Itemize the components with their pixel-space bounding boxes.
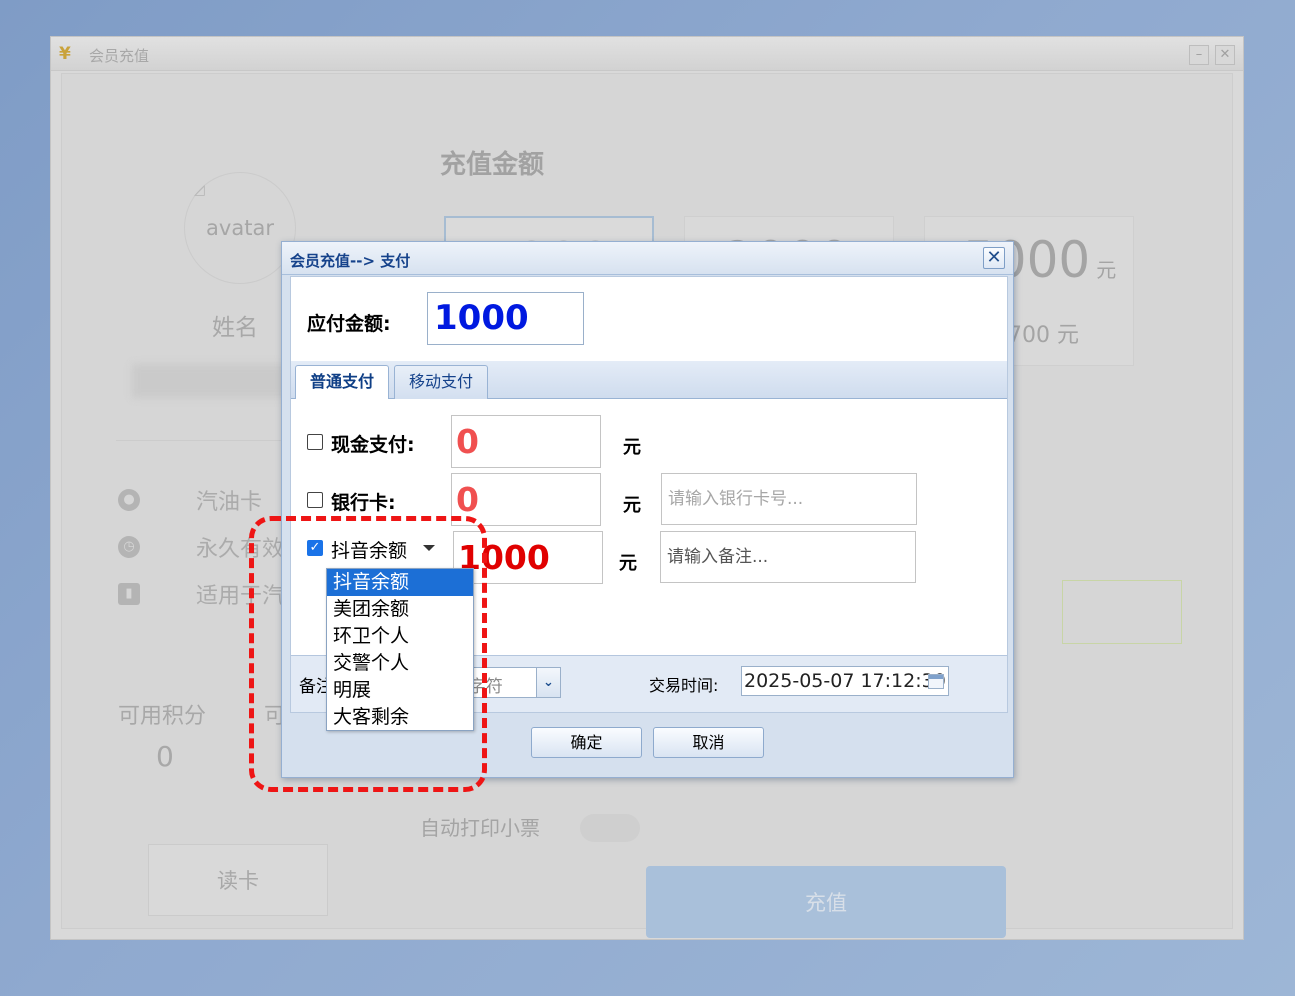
dialog-titlebar: 会员充值--> 支付 ✕ [282, 242, 1013, 275]
remark-input[interactable]: 请输入备注... [660, 531, 916, 583]
points-label: 可用积分 [118, 704, 207, 729]
other-unit: 元 [619, 553, 637, 574]
avatar-alt-text: avatar [206, 216, 274, 240]
cash-unit: 元 [623, 437, 641, 458]
bank-card-label: 银行卡: [331, 492, 396, 514]
bank-card-unit: 元 [623, 495, 641, 516]
caret-down-icon[interactable] [423, 545, 435, 551]
yen-coin-icon: ¥ [59, 44, 71, 64]
close-window-button[interactable]: ✕ [1215, 45, 1235, 65]
recharge-button[interactable]: 充值 [646, 866, 1006, 938]
fuel-pump-icon: ▮ [118, 583, 140, 605]
auto-print-toggle[interactable] [580, 814, 640, 842]
info-text: 永久有效 [196, 537, 285, 562]
info-row-scope: ▮ 适用于汽 [118, 580, 285, 609]
chevron-down-icon[interactable]: ⌄ [536, 668, 560, 697]
dropdown-option-key-account-remaining[interactable]: 大客剩余 [327, 704, 473, 731]
background-titlebar: ¥ 会员充值 – ✕ [51, 37, 1243, 71]
other-amount-input[interactable]: 1000 [453, 531, 603, 584]
payment-tabs: 普通支付 移动支付 [291, 361, 1007, 400]
dialog-title: 会员充值--> 支付 [290, 252, 411, 270]
confirm-button[interactable]: 确定 [531, 727, 642, 758]
amount-card-unit: 元 [1096, 258, 1117, 282]
info-text: 适用于汽 [196, 584, 285, 609]
tab-mobile-payment[interactable]: 移动支付 [394, 365, 489, 399]
read-card-button[interactable]: 读卡 [148, 844, 328, 916]
dropdown-option-meituan-balance[interactable]: 美团余额 [327, 596, 473, 623]
amount-due-field[interactable]: 1000 [427, 292, 584, 345]
background-field [1062, 580, 1182, 644]
trade-time-value: 2025-05-07 17:12:30 [744, 670, 946, 692]
background-window-title: 会员充值 [89, 47, 150, 65]
info-row-validity: ◷ 永久有效 [118, 533, 285, 562]
bank-card-number-input[interactable]: 请输入银行卡号... [661, 473, 917, 525]
cancel-button[interactable]: 取消 [653, 727, 764, 758]
trade-time-label: 交易时间: [649, 676, 719, 695]
other-payment-checkbox[interactable]: ✓ [307, 540, 323, 556]
bank-card-amount-input[interactable]: 0 [451, 473, 601, 526]
dropdown-option-mingzhan[interactable]: 明展 [327, 677, 473, 704]
payment-type-dropdown: 抖音余额 美团余额 环卫个人 交警个人 明展 大客剩余 [326, 568, 474, 731]
user-card-icon: ● [118, 489, 140, 511]
clock-icon: ◷ [118, 536, 140, 558]
recharge-amount-heading: 充值金额 [440, 150, 545, 180]
info-text: 汽油卡 [196, 490, 263, 515]
cash-checkbox[interactable] [307, 434, 323, 450]
auto-print-label: 自动打印小票 [420, 816, 540, 840]
calendar-icon[interactable] [928, 674, 944, 689]
info-row-card-type: ● 汽油卡 [118, 486, 263, 515]
member-name-blurred [132, 364, 302, 398]
bank-card-checkbox[interactable] [307, 492, 323, 508]
dropdown-option-traffic-police-personal[interactable]: 交警个人 [327, 650, 473, 677]
cash-amount-input[interactable]: 0 [451, 415, 601, 468]
tab-normal-payment[interactable]: 普通支付 [295, 365, 390, 400]
dialog-close-button[interactable]: ✕ [983, 247, 1005, 269]
points-value: 0 [156, 740, 174, 773]
amount-due-label: 应付金额: [307, 313, 391, 335]
minimize-button[interactable]: – [1189, 45, 1209, 65]
dropdown-option-douyin-balance[interactable]: 抖音余额 [327, 569, 473, 596]
payment-type-select[interactable]: 抖音余额 [331, 536, 407, 563]
amount-card-bonus: 700 元 [1008, 323, 1079, 348]
trade-time-input[interactable]: 2025-05-07 17:12:30 [741, 666, 949, 696]
dropdown-option-sanitation-personal[interactable]: 环卫个人 [327, 623, 473, 650]
broken-image-icon: ◿ [194, 182, 205, 198]
name-label: 姓名 [212, 315, 258, 341]
cash-label: 现金支付: [331, 434, 415, 456]
